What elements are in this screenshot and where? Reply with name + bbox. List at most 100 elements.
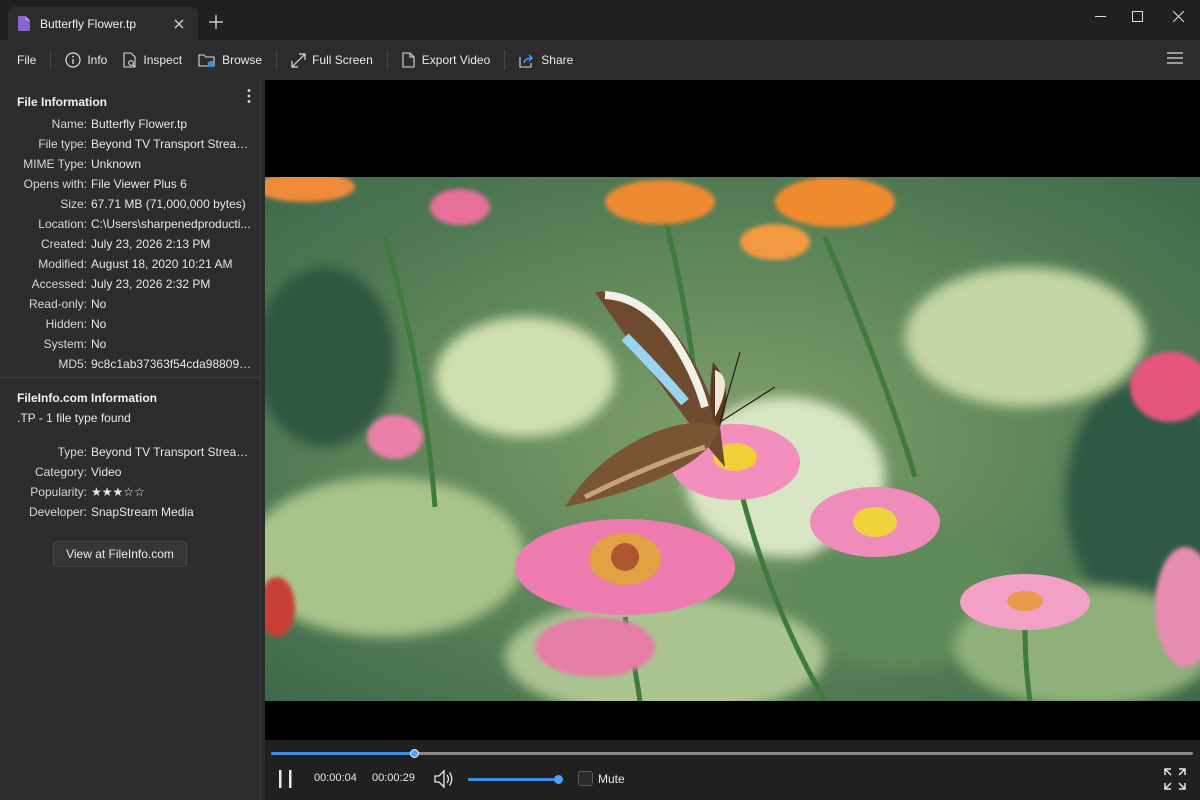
info-key: Size: <box>60 197 87 211</box>
seek-thumb[interactable] <box>409 749 419 758</box>
info-icon <box>65 52 81 68</box>
inspect-icon <box>123 52 136 68</box>
info-key: Name: <box>51 117 87 131</box>
section-divider <box>0 377 260 378</box>
toolbar-divider <box>504 50 506 70</box>
video-area[interactable] <box>265 80 1200 740</box>
info-key: Hidden: <box>45 317 87 331</box>
seek-bar[interactable] <box>271 749 1193 758</box>
view-at-fileinfo-button[interactable]: View at FileInfo.com <box>53 541 187 567</box>
info-key: Popularity: <box>30 485 87 499</box>
toolbar-divider <box>386 50 388 70</box>
duration: 00:00:29 <box>372 772 415 784</box>
info-value: July 23, 2026 2:32 PM <box>91 277 211 291</box>
info-key: File type: <box>38 137 87 151</box>
info-row: Modified: August 18, 2020 10:21 AM <box>0 254 260 274</box>
info-row: Opens with: File Viewer Plus 6 <box>0 174 260 194</box>
info-row: Created: July 23, 2026 2:13 PM <box>0 234 260 254</box>
mute-label: Mute <box>598 772 625 786</box>
full-screen-label: Full Screen <box>312 53 373 67</box>
export-icon <box>402 52 415 68</box>
inspect-button[interactable]: Inspect <box>115 40 190 80</box>
hamburger-menu-icon[interactable] <box>1166 51 1186 69</box>
mute-checkbox[interactable] <box>578 771 593 786</box>
toolbar: File Info Inspect Browse Full Screen Exp… <box>0 40 1200 80</box>
info-value: 67.71 MB (71,000,000 bytes) <box>91 197 246 211</box>
info-key: Category: <box>34 465 87 479</box>
info-value: August 18, 2020 10:21 AM <box>91 257 233 271</box>
info-row: Popularity: ★★★☆☆ <box>0 482 260 502</box>
share-label: Share <box>541 53 574 67</box>
info-row: Type: Beyond TV Transport Stream ... <box>0 442 260 462</box>
info-label: Info <box>87 53 108 67</box>
share-icon <box>519 54 534 68</box>
info-key: System: <box>43 337 87 351</box>
info-key: Read-only: <box>28 297 87 311</box>
info-value: SnapStream Media <box>91 505 194 519</box>
info-row: MD5: 9c8c1ab37363f54cda98809c5... <box>0 354 260 374</box>
info-row: Name: Butterfly Flower.tp <box>0 114 260 134</box>
file-menu-label: File <box>17 53 37 67</box>
tab-title: Butterfly Flower.tp <box>40 16 137 31</box>
info-value: Beyond TV Transport Stream ... <box>91 137 253 151</box>
info-row: Location: C:\Users\sharpenedproducti... <box>0 214 260 234</box>
info-key: Accessed: <box>31 277 87 291</box>
minimize-icon[interactable] <box>1082 0 1118 32</box>
volume-slider[interactable] <box>468 775 564 784</box>
info-value: July 23, 2026 2:13 PM <box>91 237 211 251</box>
export-video-label: Export Video <box>421 53 491 67</box>
info-row: Accessed: July 23, 2026 2:32 PM <box>0 274 260 294</box>
volume-level <box>468 778 559 781</box>
info-key: Opens with: <box>23 177 87 191</box>
export-video-button[interactable]: Export Video <box>394 40 499 80</box>
info-key: Developer: <box>28 505 87 519</box>
info-row: MIME Type: Unknown <box>0 154 260 174</box>
volume-icon[interactable] <box>433 768 455 790</box>
info-row: Hidden: No <box>0 314 260 334</box>
info-row: File type: Beyond TV Transport Stream ... <box>0 134 260 154</box>
info-value: Beyond TV Transport Stream ... <box>91 445 253 459</box>
current-time: 00:00:04 <box>314 772 357 784</box>
info-key: Location: <box>38 217 87 231</box>
more-options-icon[interactable] <box>244 88 254 104</box>
info-key: Created: <box>40 237 87 251</box>
browse-button[interactable]: Browse <box>190 40 270 80</box>
share-button[interactable]: Share <box>511 40 581 80</box>
folder-icon <box>198 53 215 67</box>
control-row: 00:00:04 00:00:29 Mute <box>265 764 1200 794</box>
expand-icon <box>291 52 306 68</box>
toolbar-divider <box>50 50 52 70</box>
full-screen-button[interactable]: Full Screen <box>283 40 381 80</box>
file-icon <box>18 16 30 31</box>
info-value: 9c8c1ab37363f54cda98809c5... <box>91 357 253 371</box>
info-value: ★★★☆☆ <box>91 485 145 499</box>
info-key: Type: <box>57 445 87 459</box>
pause-icon[interactable] <box>277 768 295 790</box>
close-window-icon[interactable] <box>1160 0 1196 32</box>
new-tab-icon[interactable] <box>206 12 226 32</box>
title-bar: Butterfly Flower.tp <box>0 0 1200 40</box>
info-row: Read-only: No <box>0 294 260 314</box>
info-key: Modified: <box>38 257 87 271</box>
info-row: Category: Video <box>0 462 260 482</box>
inspect-label: Inspect <box>143 53 183 67</box>
info-value: No <box>91 337 107 351</box>
toolbar-divider <box>276 50 278 70</box>
info-value: File Viewer Plus 6 <box>91 177 187 191</box>
fileinfo-com-subtitle: .TP - 1 file type found <box>17 411 131 425</box>
info-key: MIME Type: <box>23 157 87 171</box>
file-information-title: File Information <box>17 95 107 109</box>
file-menu-button[interactable]: File <box>0 40 44 80</box>
info-value: No <box>91 297 107 311</box>
info-value: Video <box>91 465 122 479</box>
browse-label: Browse <box>222 53 263 67</box>
volume-thumb[interactable] <box>554 775 564 784</box>
info-row: Developer: SnapStream Media <box>0 502 260 522</box>
close-tab-icon[interactable] <box>170 15 188 33</box>
info-button[interactable]: Info <box>57 40 115 80</box>
maximize-icon[interactable] <box>1119 0 1155 32</box>
fileinfo-com-title: FileInfo.com Information <box>17 391 157 405</box>
fullscreen-icon[interactable] <box>1163 767 1187 791</box>
info-value: Butterfly Flower.tp <box>91 117 188 131</box>
file-tab[interactable]: Butterfly Flower.tp <box>8 7 198 40</box>
